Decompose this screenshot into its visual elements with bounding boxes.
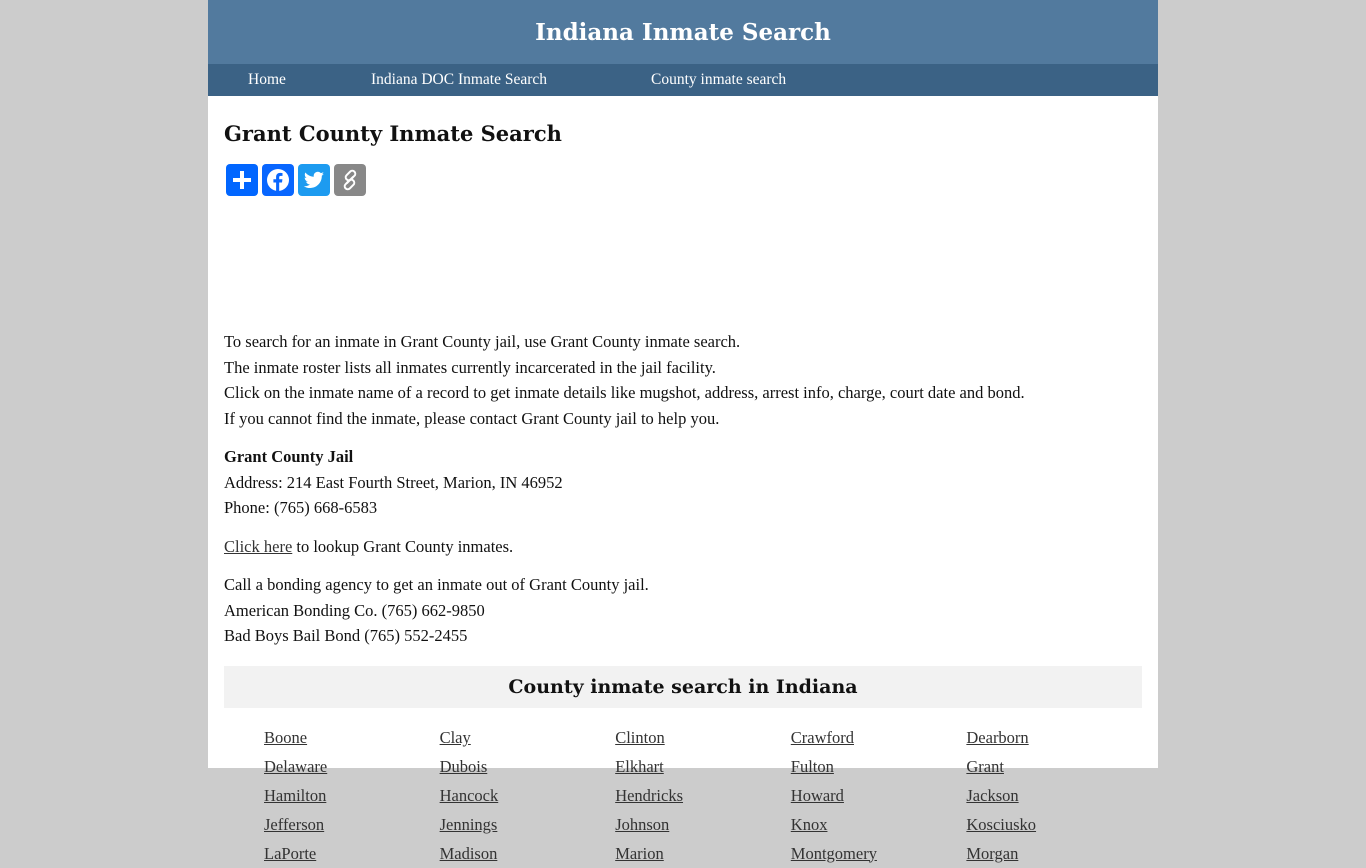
facebook-icon xyxy=(267,169,289,191)
county-link-marion[interactable]: Marion xyxy=(615,844,791,864)
page-container: Indiana Inmate Search Home Indiana DOC I… xyxy=(208,0,1158,863)
copy-link-icon xyxy=(343,169,357,191)
county-link-hendricks[interactable]: Hendricks xyxy=(615,786,791,806)
site-title[interactable]: Indiana Inmate Search xyxy=(535,19,831,46)
county-link-montgomery[interactable]: Montgomery xyxy=(791,844,967,864)
facebook-share-button[interactable] xyxy=(262,164,294,196)
nav-indiana-doc-inmate-search[interactable]: Indiana DOC Inmate Search xyxy=(371,64,547,96)
intro-line: To search for an inmate in Grant County … xyxy=(224,332,741,351)
county-link-boone[interactable]: Boone xyxy=(264,728,440,748)
share-buttons xyxy=(226,164,366,196)
intro-line: Click on the inmate name of a record to … xyxy=(224,383,1025,403)
county-links-grid: Boone Clay Clinton Crawford Dearborn Delaware… xyxy=(264,724,1142,868)
lookup-line: Click here to lookup Grant County inmate… xyxy=(224,534,1142,560)
bonding-line: American Bonding Co. (765) 662-9850 xyxy=(224,600,485,620)
county-link-dearborn[interactable]: Dearborn xyxy=(966,728,1142,748)
county-link-laporte[interactable]: LaPorte xyxy=(264,844,440,864)
share-plus-icon xyxy=(233,171,251,189)
county-link-morgan[interactable]: Morgan xyxy=(966,844,1142,864)
jail-address: Address: 214 East Fourth Street, Marion,… xyxy=(224,472,563,492)
county-link-jefferson[interactable]: Jefferson xyxy=(264,815,440,835)
jail-info: Grant County Jail Address: 214 East Four… xyxy=(224,444,1142,521)
share-plus-button[interactable] xyxy=(226,164,258,196)
county-link-hamilton[interactable]: Hamilton xyxy=(264,786,440,806)
county-link-delaware[interactable]: Delaware xyxy=(264,757,440,777)
nav-home[interactable]: Home xyxy=(248,64,286,96)
nav-county-inmate-search[interactable]: County inmate search xyxy=(651,64,786,96)
copy-link-button[interactable] xyxy=(334,164,366,196)
county-link-kosciusko[interactable]: Kosciusko xyxy=(966,815,1142,835)
bonding-line: Bad Boys Bail Bond (765) 552-2455 xyxy=(224,626,468,646)
nav-bar: Home Indiana DOC Inmate Search County in… xyxy=(208,64,1158,96)
intro-line: The inmate roster lists all inmates curr… xyxy=(224,357,716,377)
county-link-crawford[interactable]: Crawford xyxy=(791,728,967,748)
twitter-icon xyxy=(303,171,324,188)
county-link-elkhart[interactable]: Elkhart xyxy=(615,757,791,777)
lookup-link[interactable]: Click here xyxy=(224,537,292,556)
county-link-jackson[interactable]: Jackson xyxy=(966,786,1142,806)
county-link-grant[interactable]: Grant xyxy=(966,757,1142,777)
page-title: Grant County Inmate Search xyxy=(224,121,562,146)
county-link-fulton[interactable]: Fulton xyxy=(791,757,967,777)
intro-text: To search for an inmate in Grant County … xyxy=(224,329,1142,432)
bonding-line: Call a bonding agency to get an inmate o… xyxy=(224,575,649,594)
site-header: Indiana Inmate Search xyxy=(208,0,1158,64)
county-link-clinton[interactable]: Clinton xyxy=(615,728,791,748)
bonding-info: Call a bonding agency to get an inmate o… xyxy=(224,572,1142,649)
county-link-jennings[interactable]: Jennings xyxy=(440,815,616,835)
county-link-madison[interactable]: Madison xyxy=(440,844,616,864)
twitter-share-button[interactable] xyxy=(298,164,330,196)
county-link-clay[interactable]: Clay xyxy=(440,728,616,748)
county-section-header: County inmate search in Indiana xyxy=(224,666,1142,708)
county-link-hancock[interactable]: Hancock xyxy=(440,786,616,806)
lookup-text: to lookup Grant County inmates. xyxy=(292,537,514,556)
county-link-howard[interactable]: Howard xyxy=(791,786,967,806)
county-link-knox[interactable]: Knox xyxy=(791,815,967,835)
county-link-dubois[interactable]: Dubois xyxy=(440,757,616,777)
jail-phone: Phone: (765) 668-6583 xyxy=(224,498,378,518)
jail-name: Grant County Jail xyxy=(224,447,354,466)
intro-line: If you cannot find the inmate, please co… xyxy=(224,409,720,429)
county-section-title: County inmate search in Indiana xyxy=(508,676,858,698)
county-link-johnson[interactable]: Johnson xyxy=(615,815,791,835)
